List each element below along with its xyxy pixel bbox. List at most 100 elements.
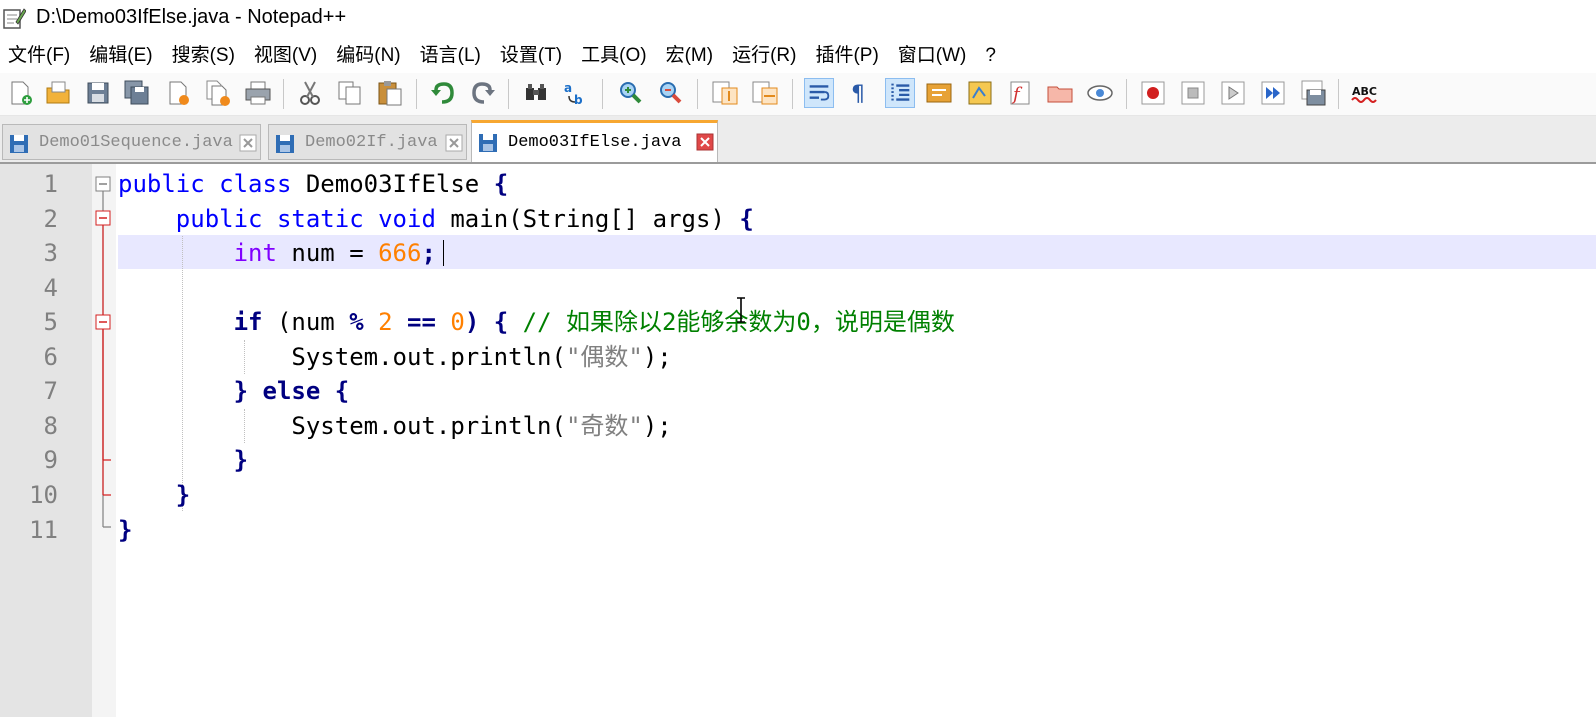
notepad-app-icon (3, 8, 26, 29)
menu-file[interactable]: 文件(F) (0, 40, 81, 72)
code-token: % (349, 308, 364, 336)
run-macro-multiple-icon[interactable] (1258, 78, 1288, 108)
code-line-3: int num = 666; (118, 236, 436, 271)
code-token: System.out.println( (291, 343, 566, 371)
tab-label: Demo02If.java (305, 133, 438, 152)
code-token: (num (276, 308, 335, 336)
line-number: 1 (43, 170, 58, 198)
code-line-5: if (num % 2 == 0) { // 如果除以2能够余数为0，说明是偶数 (118, 305, 955, 340)
menu-bar: 文件(F) 编辑(E) 搜索(S) 视图(V) 编码(N) 语言(L) 设置(T… (0, 40, 1596, 72)
menu-run[interactable]: 运行(R) (724, 40, 807, 72)
document-map-icon[interactable] (965, 78, 995, 108)
close-icon[interactable] (239, 134, 257, 152)
code-token: 2 (378, 308, 393, 336)
new-file-icon[interactable] (5, 78, 35, 108)
code-token: 666 (378, 239, 422, 267)
copy-icon[interactable] (335, 78, 365, 108)
code-line-8: System.out.println("奇数"); (118, 409, 671, 444)
undo-icon[interactable] (428, 78, 458, 108)
sync-horizontal-icon[interactable] (750, 78, 780, 108)
toolbar-separator (602, 79, 603, 109)
menu-edit[interactable]: 编辑(E) (81, 40, 163, 72)
toolbar-separator (697, 79, 698, 109)
replace-icon[interactable]: ab (561, 78, 591, 108)
fold-markers (95, 176, 111, 528)
tab-label: Demo01Sequence.java (39, 133, 233, 152)
language-icon[interactable] (924, 78, 954, 108)
redo-icon[interactable] (468, 78, 498, 108)
stop-macro-icon[interactable] (1178, 78, 1208, 108)
menu-macro[interactable]: 宏(M) (658, 40, 724, 72)
word-wrap-icon[interactable] (804, 78, 834, 108)
menu-tools[interactable]: 工具(O) (573, 40, 657, 72)
close-all-icon[interactable] (203, 78, 233, 108)
function-list-icon[interactable]: f (1005, 78, 1035, 108)
cut-icon[interactable] (295, 78, 325, 108)
code-token: { (493, 170, 509, 198)
code-token: { (739, 205, 754, 233)
line-number: 8 (43, 412, 58, 440)
line-number: 4 (43, 274, 58, 302)
code-editor[interactable]: 1 2 3 4 5 6 7 8 9 10 11 public class Dem… (0, 164, 1596, 717)
menu-language[interactable]: 语言(L) (412, 40, 492, 72)
toolbar: ab ¶ f ABC (0, 73, 1596, 116)
svg-text:b: b (574, 93, 583, 107)
toolbar-separator (416, 79, 417, 109)
zoom-in-icon[interactable] (615, 78, 645, 108)
close-icon[interactable] (445, 134, 463, 152)
folder-workspace-icon[interactable] (1045, 78, 1075, 108)
save-all-icon[interactable] (122, 78, 152, 108)
code-token: } (233, 377, 249, 405)
zoom-out-icon[interactable] (655, 78, 685, 108)
tab-demo02if[interactable]: Demo02If.java (268, 124, 467, 160)
find-icon[interactable] (521, 78, 551, 108)
monitoring-icon[interactable] (1085, 78, 1115, 108)
code-token: ) (464, 308, 480, 336)
code-line-10: } (118, 478, 190, 513)
menu-settings[interactable]: 设置(T) (492, 40, 573, 72)
print-icon[interactable] (243, 78, 273, 108)
menu-window[interactable]: 窗口(W) (890, 40, 978, 72)
menu-help[interactable]: ? (977, 40, 1007, 72)
svg-text:¶: ¶ (851, 82, 865, 107)
save-icon (10, 135, 28, 153)
code-token: public (175, 205, 263, 233)
line-number: 9 (43, 446, 58, 474)
tab-demo01sequence[interactable]: Demo01Sequence.java (2, 124, 261, 160)
toolbar-separator (1126, 79, 1127, 109)
save-macro-icon[interactable] (1298, 78, 1328, 108)
close-icon[interactable] (163, 78, 193, 108)
line-number: 10 (29, 481, 58, 509)
indent-guide-icon[interactable] (885, 78, 915, 108)
menu-encoding[interactable]: 编码(N) (328, 40, 411, 72)
line-number: 2 (43, 205, 58, 233)
save-icon (479, 134, 497, 152)
menu-view[interactable]: 视图(V) (246, 40, 328, 72)
svg-text:a: a (564, 81, 572, 95)
toolbar-separator (508, 79, 509, 109)
sync-vertical-icon[interactable] (710, 78, 740, 108)
code-token: int (233, 239, 277, 267)
code-token: } (175, 481, 191, 509)
save-icon[interactable] (83, 78, 113, 108)
code-token: { (493, 308, 509, 336)
fold-margin (92, 164, 116, 717)
code-token: } (118, 516, 133, 544)
show-all-chars-icon[interactable]: ¶ (844, 78, 874, 108)
record-macro-icon[interactable] (1138, 78, 1168, 108)
play-macro-icon[interactable] (1218, 78, 1248, 108)
code-token: { (334, 377, 350, 405)
tab-demo03ifelse[interactable]: Demo03IfElse.java (471, 120, 718, 162)
close-icon[interactable] (696, 133, 714, 151)
text-cursor-icon (737, 297, 745, 323)
save-icon (276, 135, 294, 153)
code-token: void (378, 205, 436, 233)
paste-icon[interactable] (375, 78, 405, 108)
code-line-1: public class Demo03IfElse { (118, 167, 508, 202)
code-line-7: } else { (118, 374, 350, 409)
code-string: "奇数" (565, 412, 643, 440)
menu-plugins[interactable]: 插件(P) (807, 40, 889, 72)
spell-check-icon[interactable]: ABC (1350, 78, 1380, 108)
open-file-icon[interactable] (43, 78, 73, 108)
menu-search[interactable]: 搜索(S) (164, 40, 246, 72)
